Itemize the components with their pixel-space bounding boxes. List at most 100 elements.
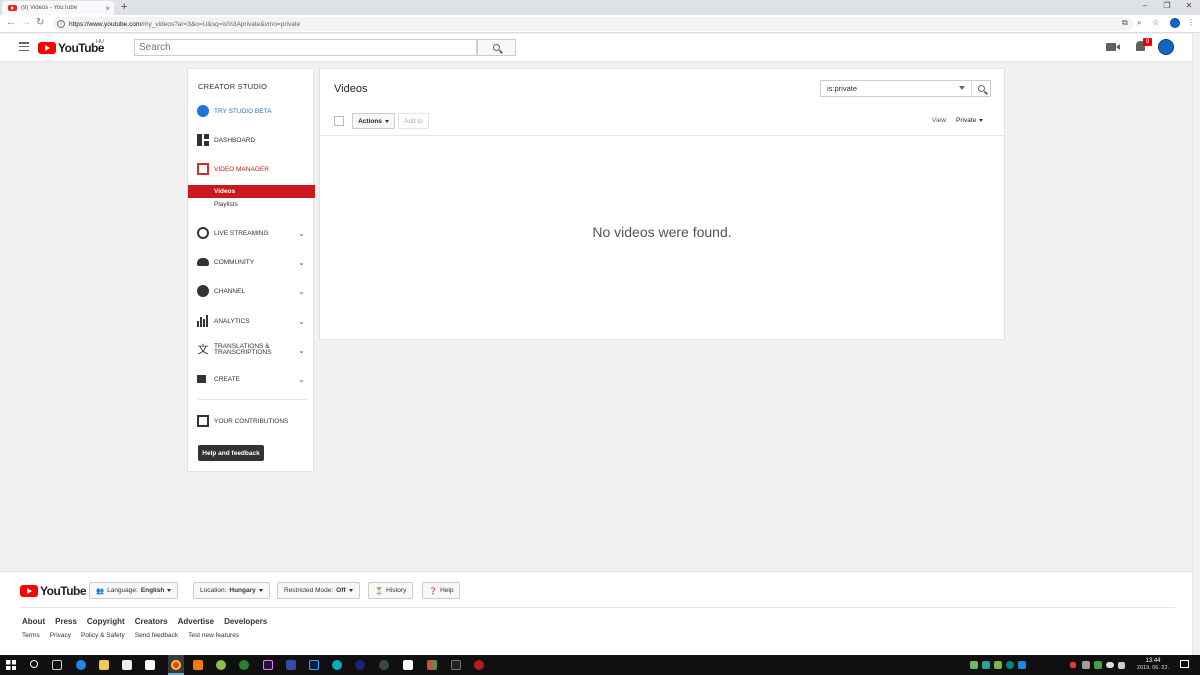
app-dark-icon[interactable]	[451, 660, 461, 670]
sidebar-item-your-contributions[interactable]: YOUR CONTRIBUTIONS	[188, 412, 313, 430]
browser-tab[interactable]: (9) Videos - YouTube ×	[2, 1, 114, 15]
sidebar-subitem-videos[interactable]: Videos	[188, 185, 315, 198]
volume-icon[interactable]	[1118, 662, 1125, 669]
upload-video-camera-icon[interactable]	[1106, 43, 1120, 51]
chevron-down-icon[interactable]: ⌄	[298, 258, 305, 267]
sidebar-item-live-streaming[interactable]: LIVE STREAMING ⌄	[188, 224, 313, 242]
select-all-checkbox[interactable]	[334, 116, 344, 126]
store-icon[interactable]	[122, 660, 132, 670]
actions-dropdown-button[interactable]: Actions	[352, 113, 395, 129]
browser-profile-avatar[interactable]	[1170, 18, 1180, 28]
app-purple-icon[interactable]	[286, 660, 296, 670]
zoom-icon[interactable]: ⌕	[1137, 18, 1141, 28]
action-center-icon[interactable]	[1180, 660, 1189, 668]
footer-link-policy-safety[interactable]: Policy & Safety	[81, 632, 125, 639]
notepad-icon[interactable]	[403, 660, 413, 670]
tray-app-icon[interactable]	[970, 661, 978, 669]
tab-close-icon[interactable]: ×	[105, 4, 110, 13]
close-window-button[interactable]: ✕	[1181, 1, 1197, 10]
app-green-icon[interactable]	[216, 660, 226, 670]
app-multicolor-icon[interactable]	[427, 660, 437, 670]
sidebar-item-analytics[interactable]: ANALYTICS ⌄	[188, 312, 313, 330]
taskbar-clock-time[interactable]: 13:44	[1136, 657, 1170, 665]
footer-link-send-feedback[interactable]: Send feedback	[135, 632, 178, 639]
footer-link-copyright[interactable]: Copyright	[87, 617, 125, 626]
location-button[interactable]: Location: Hungary	[193, 582, 270, 599]
restore-button[interactable]: ❐	[1159, 1, 1175, 10]
search-icon[interactable]	[30, 660, 38, 668]
premiere-icon[interactable]	[263, 660, 273, 670]
sidebar-subitem-playlists[interactable]: Playlists	[214, 201, 238, 208]
search-button[interactable]	[477, 39, 516, 56]
restricted-mode-button[interactable]: Restricted Mode: Off	[277, 582, 360, 599]
chevron-down-icon[interactable]: ⌄	[298, 287, 305, 296]
help-and-feedback-button[interactable]: Help and feedback	[198, 445, 264, 461]
tray-app-icon[interactable]	[1006, 661, 1014, 669]
app-cyan-icon[interactable]	[332, 660, 342, 670]
sidebar-item-channel[interactable]: CHANNEL ⌄	[188, 282, 313, 300]
chevron-down-icon[interactable]: ⌄	[298, 317, 305, 326]
app-red-icon[interactable]	[474, 660, 484, 670]
footer-link-advertise[interactable]: Advertise	[178, 617, 214, 626]
add-to-button[interactable]: Add to	[398, 113, 429, 129]
network-icon[interactable]	[1106, 662, 1114, 668]
steam-icon[interactable]	[355, 660, 365, 670]
chevron-down-icon[interactable]: ⌄	[298, 229, 305, 238]
view-filter-dropdown[interactable]: Private	[956, 117, 984, 124]
tray-app-icon[interactable]	[1018, 661, 1026, 669]
sidebar-item-create[interactable]: CREATE ⌄	[188, 370, 313, 388]
video-filter-search[interactable]: is:private	[820, 80, 991, 97]
filter-input-value[interactable]: is:private	[827, 84, 857, 93]
browser-menu-icon[interactable]: ⋮	[1187, 18, 1195, 27]
file-explorer-icon[interactable]	[99, 660, 109, 670]
xbox-icon[interactable]	[239, 660, 249, 670]
footer-link-developers[interactable]: Developers	[224, 617, 267, 626]
forward-arrow-icon[interactable]: →	[21, 17, 31, 28]
filter-dropdown-caret-icon[interactable]	[959, 86, 965, 90]
photoshop-icon[interactable]	[309, 660, 319, 670]
site-info-icon[interactable]: i	[57, 20, 65, 28]
footer-link-test-new-features[interactable]: Test new features	[188, 632, 239, 639]
search-input[interactable]	[134, 39, 477, 56]
account-avatar[interactable]	[1158, 39, 1174, 55]
tray-app-icon[interactable]	[982, 661, 990, 669]
footer-link-terms[interactable]: Terms	[22, 632, 40, 639]
footer-link-creators[interactable]: Creators	[135, 617, 168, 626]
vlc-icon[interactable]	[193, 660, 203, 670]
chevron-down-icon[interactable]: ⌄	[298, 375, 305, 384]
task-view-icon[interactable]	[52, 660, 62, 670]
translate-icon[interactable]: ⧉	[1122, 18, 1128, 28]
footer-link-press[interactable]: Press	[55, 617, 77, 626]
tray-app-icon[interactable]	[1070, 662, 1076, 668]
filter-search-button[interactable]	[971, 81, 991, 96]
sidebar-item-try-studio-beta[interactable]: TRY STUDIO BETA	[188, 102, 313, 120]
help-button[interactable]: ❓ Help	[422, 582, 461, 599]
tray-app-icon[interactable]	[994, 661, 1002, 669]
back-arrow-icon[interactable]: ←	[6, 17, 16, 28]
page-scrollbar[interactable]	[1192, 34, 1200, 655]
sidebar-item-video-manager[interactable]: VIDEO MANAGER	[188, 160, 313, 178]
taskbar-clock-date[interactable]: 2019. 06. 22.	[1136, 665, 1170, 671]
obs-icon[interactable]	[379, 660, 389, 670]
history-button[interactable]: ⏳ History	[368, 582, 414, 599]
edge-browser-icon[interactable]	[76, 660, 86, 670]
sidebar-item-translations[interactable]: 文 TRANSLATIONS & TRANSCRIPTIONS ⌄	[188, 341, 313, 359]
minimize-button[interactable]: –	[1137, 1, 1153, 10]
new-tab-button[interactable]: +	[121, 1, 127, 13]
footer-link-privacy[interactable]: Privacy	[50, 632, 71, 639]
tray-app-icon[interactable]	[1082, 661, 1090, 669]
footer-youtube-logo[interactable]: YouTube	[20, 584, 87, 598]
reload-icon[interactable]: ↻	[36, 17, 44, 28]
bookmark-star-icon[interactable]: ☆	[1152, 18, 1159, 27]
youtube-logo[interactable]: YouTube	[38, 41, 105, 55]
sidebar-item-dashboard[interactable]: DASHBOARD	[188, 131, 313, 149]
hamburger-menu-icon[interactable]	[19, 42, 29, 51]
windows-start-icon[interactable]	[6, 660, 16, 670]
mail-icon[interactable]	[145, 660, 155, 670]
chevron-down-icon[interactable]: ⌄	[298, 346, 305, 355]
language-button[interactable]: 👥 Language: English	[89, 582, 179, 599]
tray-app-icon[interactable]	[1094, 661, 1102, 669]
address-bar[interactable]: i https://www.youtube.com/my_videos?ar=3…	[53, 17, 1133, 31]
sidebar-item-community[interactable]: COMMUNITY ⌄	[188, 253, 313, 271]
footer-link-about[interactable]: About	[22, 617, 45, 626]
